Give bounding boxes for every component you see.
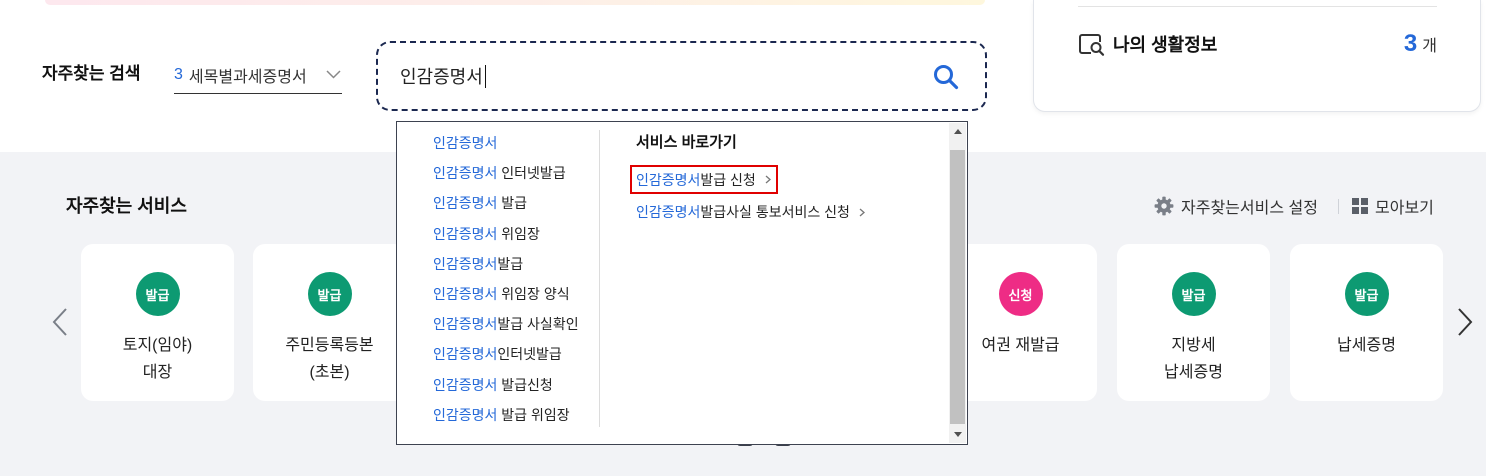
divider [599, 130, 600, 427]
grid-icon [1352, 198, 1368, 214]
life-info-label[interactable]: 나의 생활정보 [1113, 33, 1217, 57]
service-shortcut-link[interactable]: 인감증명서 발급 신청 [630, 165, 778, 194]
divider [1078, 6, 1437, 7]
service-card-label: 납세증명 [1290, 332, 1443, 359]
service-card-label: 지방세 납세증명 [1117, 332, 1270, 386]
search-icon [934, 65, 959, 90]
view-all-button[interactable]: 모아보기 [1352, 194, 1434, 218]
quick-search-dropdown[interactable]: 3 세목별과세증명서 [174, 56, 342, 94]
suggestion-item[interactable]: 인감증명서 발급 [433, 188, 593, 218]
chevron-right-icon [1458, 308, 1473, 336]
suggestion-match: 인감증명서 [433, 225, 498, 242]
top-banner [45, 0, 985, 5]
service-card[interactable]: 발급 납세증명 [1290, 244, 1443, 401]
service-card-label-line: 토지(임야) [122, 337, 193, 354]
quick-search-label: 자주찾는 검색 [42, 64, 141, 83]
quick-search-keyword: 세목별과세증명서 [188, 68, 307, 86]
search-button[interactable] [932, 63, 960, 91]
service-badge: 발급 [307, 272, 352, 316]
quick-search-rank: 3 [174, 65, 183, 83]
triangle-down-icon [953, 432, 962, 437]
suggestion-match: 인감증명서 [433, 135, 498, 151]
scroll-up-button[interactable] [949, 123, 966, 140]
service-badge: 발급 [135, 272, 180, 316]
suggestion-rest: 위임장 양식 [497, 285, 570, 302]
service-card-label-line: 주민등록등본 [285, 337, 374, 354]
suggestion-rest: 발급 [497, 195, 528, 212]
services-settings-button[interactable]: 자주찾는서비스 설정 [1154, 194, 1318, 218]
service-badge: 발급 [1344, 272, 1389, 316]
suggestion-rest: 발급 위임장 [497, 406, 570, 423]
suggestion-match: 인감증명서 [433, 285, 498, 302]
chevron-right-icon [859, 208, 865, 217]
suggestion-rest: 발급 사실확인 [497, 316, 579, 333]
autocomplete-panel: 인감증명서 인감증명서 인터넷발급 인감증명서 발급 인감증명서 위임장 인감증… [396, 121, 968, 445]
shortcut-rest: 발급사실 통보서비스 신청 [700, 204, 850, 220]
service-card-label-line: 대장 [142, 364, 173, 381]
suggestion-item[interactable]: 인감증명서인터넷발급 [433, 339, 593, 369]
shortcut-match: 인감증명서 [636, 171, 701, 188]
gear-icon [1154, 196, 1174, 216]
suggestion-item[interactable]: 인감증명서발급 [433, 249, 593, 279]
suggestion-match: 인감증명서 [433, 195, 498, 212]
service-card-label-line: (초본) [309, 364, 350, 381]
divider [1338, 199, 1339, 214]
suggestion-rest: 발급 [497, 255, 524, 272]
suggestion-match: 인감증명서 [433, 376, 498, 393]
scrollbar-thumb[interactable] [950, 150, 965, 424]
scrollbar[interactable] [949, 123, 966, 443]
carousel-prev-button[interactable] [50, 306, 70, 338]
suggestion-match: 인감증명서 [433, 346, 498, 363]
suggestion-rest: 인터넷발급 [497, 165, 566, 182]
triangle-up-icon [953, 129, 962, 134]
suggestion-item[interactable]: 인감증명서 위임장 [433, 219, 593, 249]
service-card[interactable]: 발급 주민등록등본 (초본) [253, 244, 406, 401]
shortcut-rest: 발급 신청 [700, 171, 756, 188]
suggestion-rest: 인터넷발급 [497, 346, 562, 363]
search-input-value: 인감증명서 [400, 67, 483, 87]
scroll-down-button[interactable] [949, 426, 966, 443]
search-box: 인감증명서 [376, 41, 987, 111]
suggestion-match: 인감증명서 [433, 165, 498, 182]
life-info-count[interactable]: 3 개 [1404, 30, 1437, 58]
suggestion-match: 인감증명서 [433, 406, 498, 423]
chevron-down-icon [326, 70, 341, 79]
service-shortcut-link[interactable]: 인감증명서 발급사실 통보서비스 신청 [630, 198, 872, 227]
shortcut-title: 서비스 바로가기 [636, 134, 737, 151]
service-badge: 신청 [998, 272, 1043, 316]
suggestion-rest: 발급신청 [497, 376, 553, 393]
service-card-label-line: 지방세 [1171, 337, 1216, 354]
suggestion-item[interactable]: 인감증명서 인터넷발급 [433, 158, 593, 188]
service-card-label-line: 납세증명 [1164, 364, 1223, 381]
suggestion-list: 인감증명서 인감증명서 인터넷발급 인감증명서 발급 인감증명서 위임장 인감증… [433, 128, 593, 430]
service-card-label: 주민등록등본 (초본) [253, 332, 406, 386]
search-input[interactable]: 인감증명서 [400, 43, 915, 109]
text-caret [484, 64, 486, 88]
service-card[interactable]: 발급 토지(임야) 대장 [81, 244, 234, 401]
suggestion-item[interactable]: 인감증명서 발급 위임장 [433, 400, 593, 430]
suggestion-item[interactable]: 인감증명서 발급신청 [433, 370, 593, 400]
services-settings-label: 자주찾는서비스 설정 [1181, 200, 1318, 217]
suggestion-item[interactable]: 인감증명서 위임장 양식 [433, 279, 593, 309]
service-card-label-line: 납세증명 [1337, 337, 1396, 354]
service-badge: 발급 [1171, 272, 1216, 316]
view-all-label: 모아보기 [1375, 200, 1434, 217]
life-info-count-value: 3 [1403, 30, 1418, 57]
carousel-next-button[interactable] [1455, 306, 1475, 338]
suggestion-item[interactable]: 인감증명서발급 사실확인 [433, 309, 593, 339]
life-info-count-unit: 개 [1422, 38, 1437, 55]
shortcut-match: 인감증명서 [636, 204, 701, 220]
chevron-left-icon [52, 308, 67, 336]
service-card[interactable]: 발급 지방세 납세증명 [1117, 244, 1270, 401]
life-info-card: 나의 생활정보 3 개 [1033, 0, 1481, 112]
chevron-right-icon [765, 175, 771, 184]
suggestion-item[interactable]: 인감증명서 [433, 128, 593, 158]
document-search-icon [1078, 33, 1106, 57]
service-card-label: 토지(임야) 대장 [81, 332, 234, 386]
suggestion-match: 인감증명서 [433, 255, 498, 272]
suggestion-match: 인감증명서 [433, 316, 498, 333]
section-title: 자주찾는 서비스 [66, 196, 187, 216]
suggestion-rest: 위임장 [497, 225, 540, 242]
